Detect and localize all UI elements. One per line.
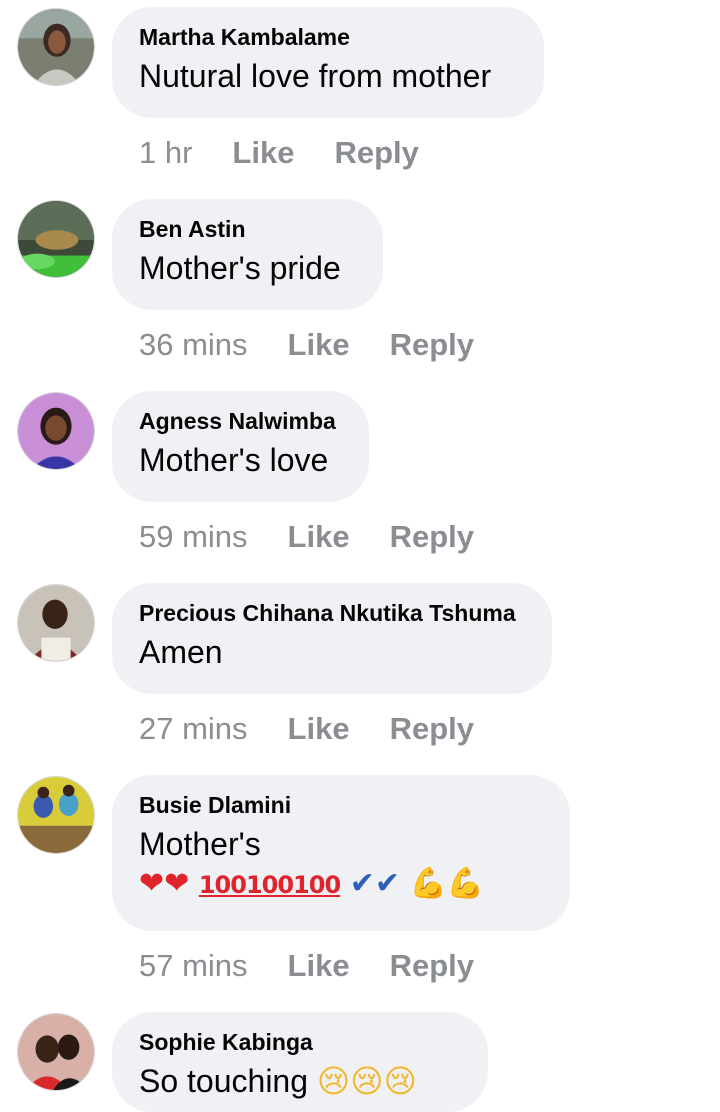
avatar[interactable] xyxy=(17,584,95,662)
comment-author[interactable]: Sophie Kabinga xyxy=(139,1028,461,1056)
comment-bubble: Ben Astin Mother's pride xyxy=(112,199,383,310)
crying-face-icon: 😢 xyxy=(383,1063,417,1099)
flexed-biceps-icon: 💪 xyxy=(409,866,447,901)
comment-text: Mother's xyxy=(139,826,261,862)
comment-actions: 1 hr Like Reply xyxy=(139,133,419,173)
comment-author[interactable]: Busie Dlamini xyxy=(139,791,543,819)
avatar[interactable] xyxy=(17,392,95,470)
comment-actions: 57 mins Like Reply xyxy=(139,946,474,986)
comment-text: Mother's pride xyxy=(139,250,341,286)
avatar-photo-icon xyxy=(18,1014,94,1090)
comment-bubble: Busie Dlamini Mother's ❤❤ 100100100 ✔✔ 💪… xyxy=(112,775,570,931)
crying-face-icon: 😢 xyxy=(350,1063,384,1099)
comment-bubble: Agness Nalwimba Mother's love xyxy=(112,391,369,502)
reply-button[interactable]: Reply xyxy=(390,948,474,984)
avatar-photo-icon xyxy=(18,585,94,661)
comment-author[interactable]: Agness Nalwimba xyxy=(139,407,342,435)
heart-icon: ❤ xyxy=(164,866,190,901)
comment-text: Mother's love xyxy=(139,442,329,478)
flexed-biceps-icon: 💪 xyxy=(446,866,485,901)
comment-text: Amen xyxy=(139,634,223,670)
comment-author[interactable]: Martha Kambalame xyxy=(139,23,517,51)
comment-time[interactable]: 59 mins xyxy=(139,519,248,555)
hundred-points-icon: 100 xyxy=(198,871,247,899)
crying-face-icon: 😢 xyxy=(316,1063,351,1099)
comment-time[interactable]: 36 mins xyxy=(139,327,248,363)
check-mark-icon: ✔ xyxy=(349,866,375,901)
comment-time[interactable]: 1 hr xyxy=(139,135,192,171)
reply-button[interactable]: Reply xyxy=(390,327,474,363)
like-button[interactable]: Like xyxy=(288,519,350,555)
avatar-photo-icon xyxy=(18,777,94,853)
avatar-photo-icon xyxy=(18,9,94,85)
comment-author[interactable]: Ben Astin xyxy=(139,215,356,243)
comment-bubble: Precious Chihana Nkutika Tshuma Amen xyxy=(112,583,552,694)
like-button[interactable]: Like xyxy=(288,948,350,984)
avatar[interactable] xyxy=(17,1013,95,1091)
avatar-photo-icon xyxy=(18,393,94,469)
comment-actions: 27 mins Like Reply xyxy=(139,709,474,749)
avatar[interactable] xyxy=(17,8,95,86)
like-button[interactable]: Like xyxy=(288,711,350,747)
avatar-photo-icon xyxy=(18,201,94,277)
avatar[interactable] xyxy=(17,200,95,278)
reply-button[interactable]: Reply xyxy=(390,711,474,747)
comment-text-content: So touching xyxy=(139,1063,309,1099)
comment-bubble: Sophie Kabinga So touching 😢😢😢 xyxy=(112,1012,488,1112)
comment-bubble: Martha Kambalame Nutural love from mothe… xyxy=(112,7,544,118)
hundred-points-icon: 100 xyxy=(245,871,294,899)
comment-text: So touching 😢😢😢 xyxy=(139,1061,461,1101)
comment-text: Nutural love from mother xyxy=(139,58,492,94)
like-button[interactable]: Like xyxy=(288,327,350,363)
like-button[interactable]: Like xyxy=(232,135,294,171)
hundred-points-icon: 100 xyxy=(293,871,341,899)
reply-button[interactable]: Reply xyxy=(390,519,474,555)
check-mark-icon: ✔ xyxy=(374,866,400,901)
comment-time[interactable]: 57 mins xyxy=(139,948,248,984)
reply-button[interactable]: Reply xyxy=(334,135,418,171)
comment-time[interactable]: 27 mins xyxy=(139,711,248,747)
comment-actions: 36 mins Like Reply xyxy=(139,325,474,365)
comment-author[interactable]: Precious Chihana Nkutika Tshuma xyxy=(139,599,525,627)
comment-actions: 59 mins Like Reply xyxy=(139,517,474,557)
emoji-row: ❤❤ 100100100 ✔✔ 💪💪 xyxy=(139,864,543,905)
avatar[interactable] xyxy=(17,776,95,854)
heart-icon: ❤ xyxy=(139,866,165,901)
